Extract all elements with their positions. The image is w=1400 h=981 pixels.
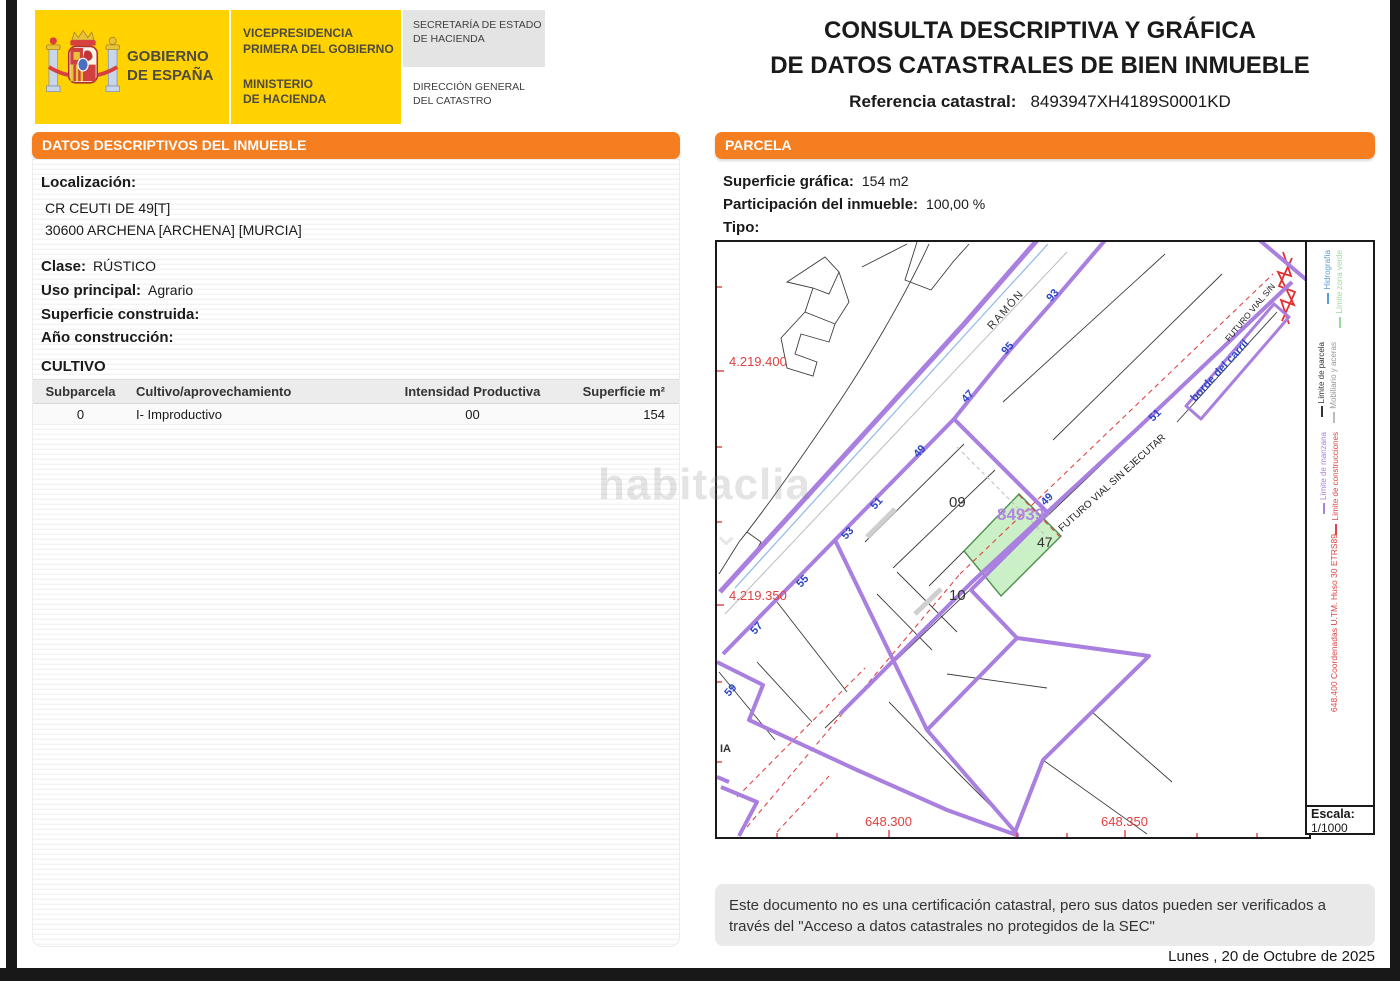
block-10-label: 10 (949, 587, 966, 604)
svg-text:55: 55 (794, 573, 811, 590)
secretaria-estado-label: SECRETARÍA DE ESTADO DE HACIENDA (403, 10, 545, 67)
section-bar-datos-descriptivos: DATOS DESCRIPTIVOS DEL INMUEBLE (32, 132, 680, 159)
cadastral-map: 4.219.400 4.219.350 648.300 648.350 RAMÓ… (715, 240, 1375, 835)
cell-superficie: 154 (560, 407, 679, 422)
legend-swatch (1323, 503, 1325, 514)
scale-box: Escala: 1/1000 (1305, 805, 1375, 835)
uso-principal-field: Uso principal:Agrario (41, 282, 193, 299)
document-title: CONSULTA DESCRIPTIVA Y GRÁFICA DE DATOS … (700, 14, 1380, 112)
legend-item-mobiliario: Mobiliario y aceras (1329, 342, 1338, 423)
col-superficie: Superficie m² (560, 384, 679, 399)
address-line-2: 30600 ARCHENA [ARCHENA] [MURCIA] (45, 222, 302, 238)
legend-swatch (1321, 406, 1323, 417)
svg-text:59: 59 (722, 682, 739, 699)
legend-item-limite-manzana: Límite de manzana (1319, 432, 1328, 535)
cell-intensidad: 00 (385, 407, 560, 422)
address-line-1: CR CEUTI DE 49[T] (45, 200, 170, 216)
direccion-general-catastro-label: DIRECCIÓN GENERAL DEL CATASTRO (403, 80, 545, 108)
legend-item-limite-construcciones: Límite de construcciones (1331, 432, 1340, 535)
coord-648300: 648.300 (865, 814, 912, 829)
scan-frame-left (6, 0, 17, 981)
coord-4219400: 4.219.400 (729, 354, 787, 369)
svg-text:93: 93 (1044, 287, 1061, 304)
cell-subparcela: 0 (33, 407, 128, 422)
map-drawing: 4.219.400 4.219.350 648.300 648.350 RAMÓ… (715, 240, 1311, 839)
legend-swatch (1335, 524, 1337, 535)
ministry-labels-column: VICEPRESIDENCIA PRIMERA DEL GOBIERNO MIN… (231, 10, 401, 124)
svg-text:47: 47 (959, 388, 976, 405)
clase-field: Clase:RÚSTICO (41, 258, 156, 275)
scan-frame-right (1390, 0, 1400, 981)
logo-coat-column: GOBIERNO DE ESPAÑA (35, 10, 231, 124)
legend-group-2: Límite de parcela Mobiliario y aceras (1317, 342, 1338, 423)
legend-swatch (1333, 412, 1335, 423)
title-line-1: CONSULTA DESCRIPTIVA Y GRÁFICA (700, 14, 1380, 49)
legend-item-hidrografia: Hidrografía (1323, 250, 1332, 328)
disclaimer-line-1: Este documento no es una certificación c… (729, 895, 1361, 916)
legend-swatch (1339, 317, 1341, 328)
participacion-field: Participación del inmueble:100,00 % (723, 196, 985, 213)
svg-text:57: 57 (748, 620, 765, 637)
reference-label: Referencia catastral: (849, 92, 1016, 112)
scale-value: 1/1000 (1311, 822, 1373, 835)
cultivo-table-header: Subparcela Cultivo/aprovechamiento Inten… (33, 379, 679, 404)
cultivo-section-title: CULTIVO (41, 358, 106, 375)
svg-text:95: 95 (999, 340, 1016, 357)
legend-coordinates-note: 648.400 Coordenadas U.TM. Huso 30 ETRS89 (1329, 534, 1339, 712)
coord-648350: 648.350 (1101, 814, 1148, 829)
legend-group-3: Límite de manzana Límite de construccion… (1319, 432, 1340, 535)
cadastral-document-page: GOBIERNO DE ESPAÑA VICEPRESIDENCIA PRIME… (0, 0, 1400, 981)
parcel-ref-label: 84939 (997, 505, 1044, 524)
gobierno-espana-label: GOBIERNO DE ESPAÑA (127, 48, 213, 86)
tipo-field: Tipo: (723, 219, 767, 236)
cell-cultivo: I- Improductivo (128, 407, 385, 422)
futuro-vial-long-label: FUTURO VIAL SIN EJECUTAR (1057, 432, 1168, 534)
reference-value: 8493947XH4189S0001KD (1030, 92, 1230, 112)
legend-swatch (1327, 293, 1329, 304)
disclaimer-line-2: través del "Acceso a datos catastrales n… (729, 916, 1361, 937)
col-cultivo: Cultivo/aprovechamiento (128, 384, 385, 399)
cadastral-reference: Referencia catastral: 8493947XH4189S0001… (700, 92, 1380, 112)
spain-coat-of-arms-icon (45, 24, 121, 110)
cultivo-table: Subparcela Cultivo/aprovechamiento Inten… (33, 379, 679, 425)
title-line-2: DE DATOS CATASTRALES DE BIEN INMUEBLE (700, 49, 1380, 84)
parcel-47-label: 47 (1037, 534, 1053, 550)
disclaimer-box: Este documento no es una certificación c… (715, 884, 1375, 946)
legend-item-limite-parcela: Límite de parcela (1317, 342, 1326, 423)
svg-text:51: 51 (1147, 407, 1164, 424)
block-09-label: 09 (949, 494, 966, 511)
document-date: Lunes , 20 de Octubre de 2025 (1035, 948, 1375, 965)
section-bar-parcela: PARCELA (715, 132, 1375, 159)
svg-text:53: 53 (839, 525, 856, 542)
scan-frame-bottom (0, 968, 1400, 981)
coord-4219350: 4.219.350 (729, 588, 787, 603)
localizacion-label: Localización: (41, 174, 136, 191)
superficie-grafica-field: Superficie gráfica:154 m2 (723, 173, 909, 190)
ministerio-label: MINISTERIO DE HACIENDA (243, 77, 401, 108)
vicepresidencia-label: VICEPRESIDENCIA PRIMERA DEL GOBIERNO (243, 26, 401, 57)
col-intensidad: Intensidad Productiva (385, 384, 560, 399)
scale-label: Escala: (1311, 808, 1373, 822)
legend-item-zona-verde: Límite zona verde (1335, 250, 1344, 328)
property-description-panel: Localización: CR CEUTI DE 49[T] 30600 AR… (32, 159, 680, 947)
superficie-construida-field: Superficie construida: (41, 306, 206, 323)
legend-group-1: Hidrografía Límite zona verde (1323, 250, 1344, 328)
svg-text:51: 51 (868, 495, 885, 512)
government-logo-block: GOBIERNO DE ESPAÑA VICEPRESIDENCIA PRIME… (35, 10, 401, 124)
ano-construccion-field: Año construcción: (41, 329, 181, 346)
col-subparcela: Subparcela (33, 384, 128, 399)
table-row: 0 I- Improductivo 00 154 (33, 404, 679, 425)
street-partial-label: IA (720, 743, 731, 755)
map-legend: Hidrografía Límite zona verde Límite de … (1305, 240, 1375, 807)
